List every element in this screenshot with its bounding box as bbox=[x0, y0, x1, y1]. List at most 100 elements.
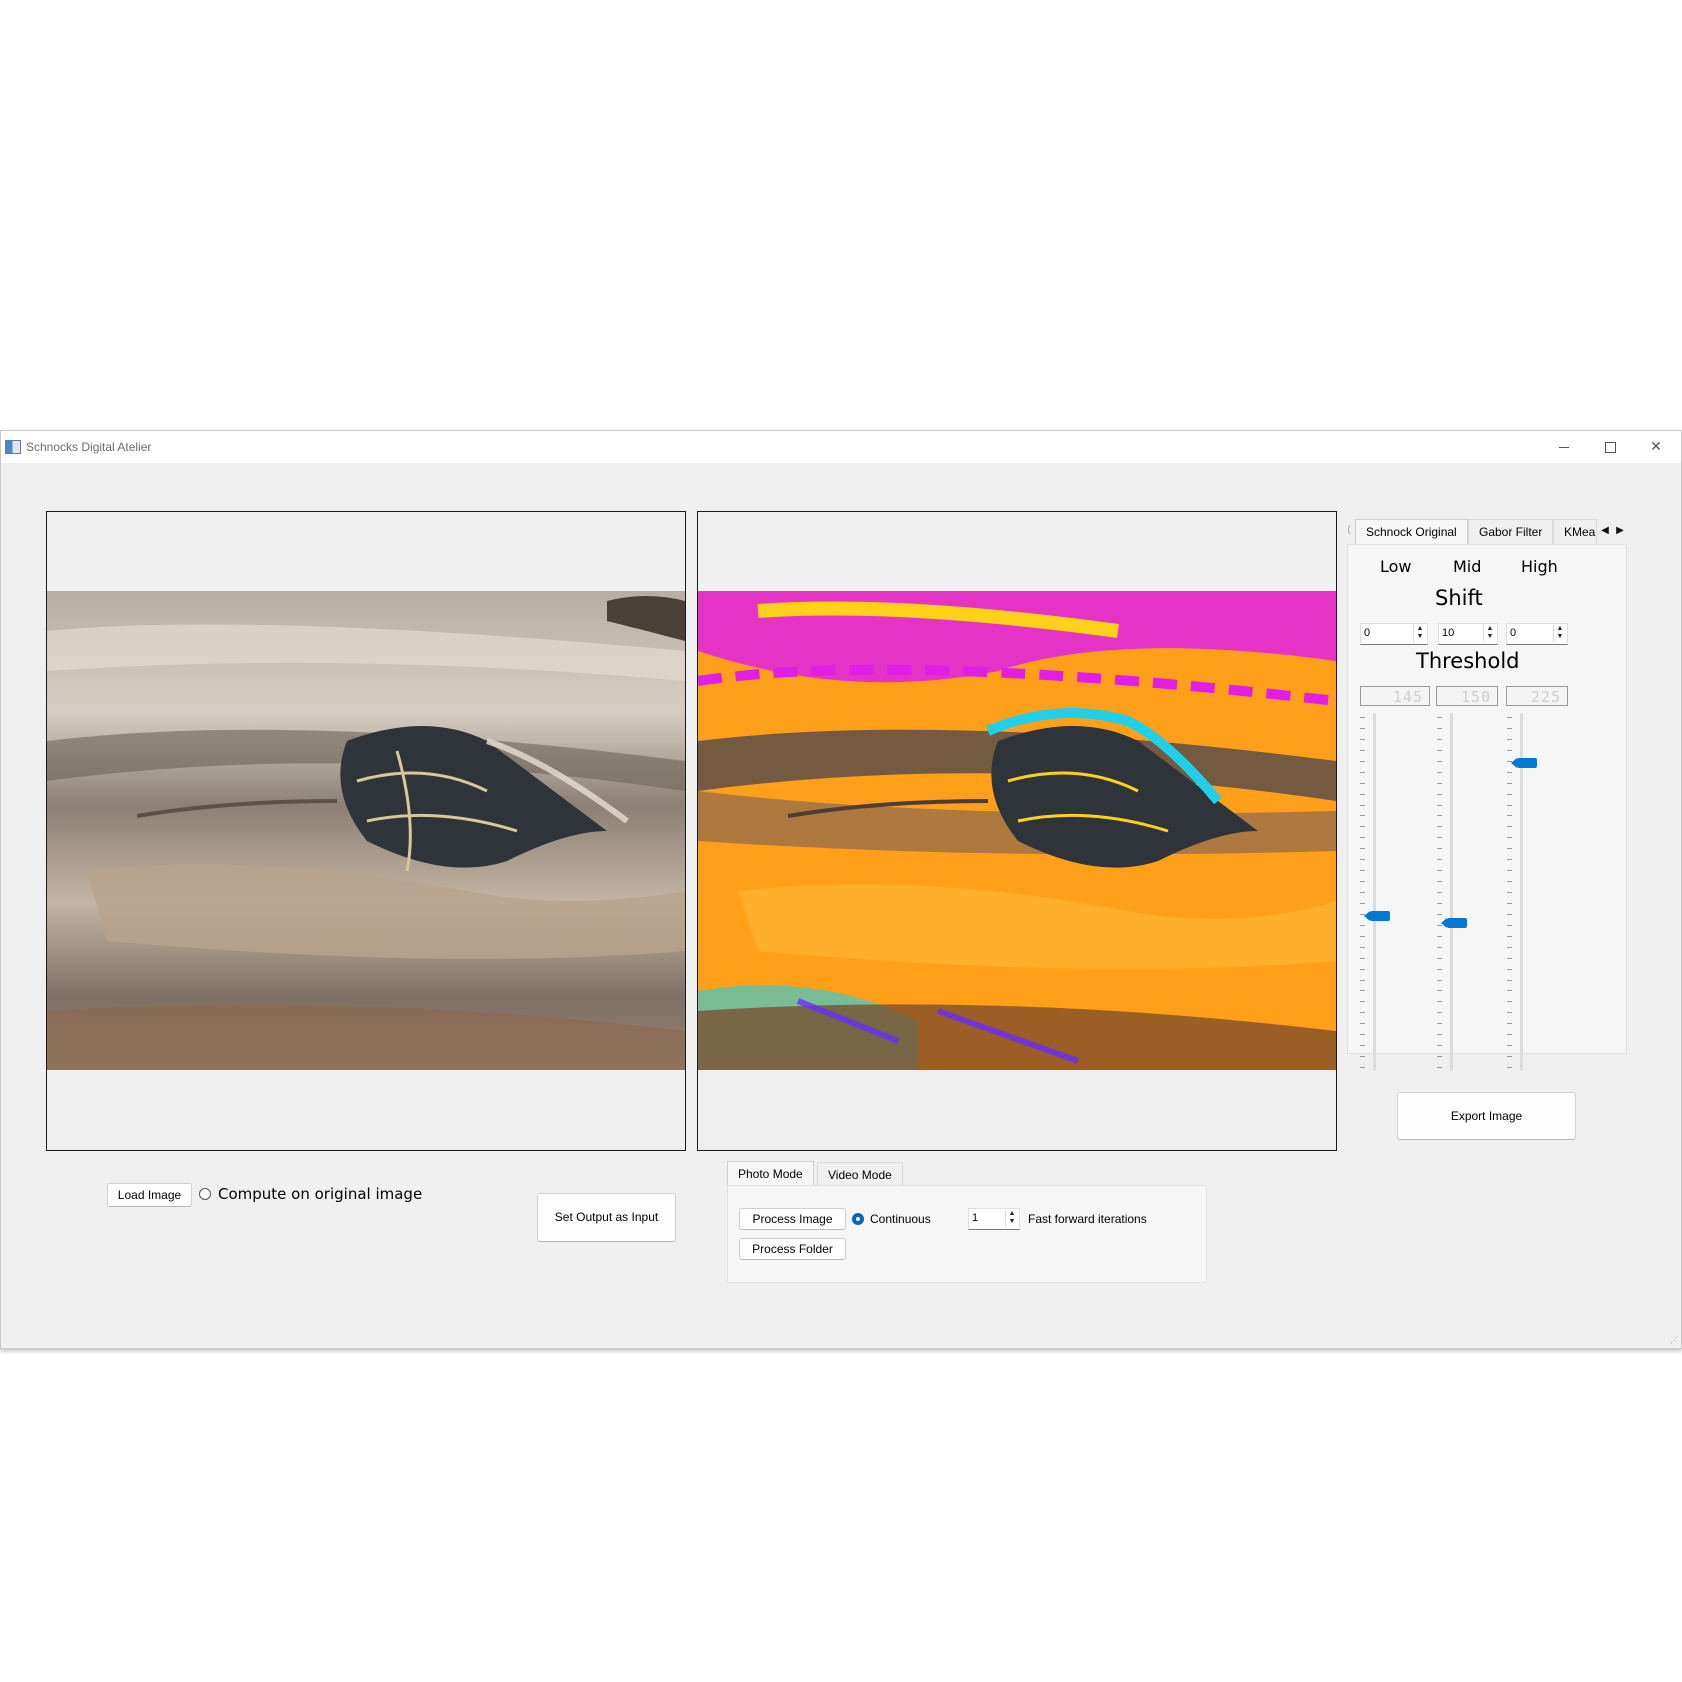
close-button[interactable]: ✕ bbox=[1633, 431, 1679, 463]
column-label-high: High bbox=[1521, 557, 1558, 576]
slider-tick bbox=[1360, 979, 1365, 981]
output-image-view[interactable] bbox=[697, 511, 1337, 1151]
slider-tick bbox=[1437, 717, 1442, 718]
slider-tick bbox=[1507, 924, 1512, 926]
slider-tick bbox=[1437, 892, 1442, 893]
slider-tick bbox=[1360, 935, 1365, 937]
slider-tick bbox=[1437, 859, 1442, 861]
load-image-button[interactable]: Load Image bbox=[107, 1183, 192, 1207]
photo-mode-panel: Process Image Process Folder Continuous … bbox=[727, 1185, 1207, 1283]
slider-tick bbox=[1360, 968, 1365, 970]
slider-tick bbox=[1360, 1045, 1365, 1047]
spin-arrows-icon[interactable]: ▲ ▼ bbox=[1483, 625, 1496, 642]
slider-tick bbox=[1437, 1045, 1442, 1047]
slider-tick bbox=[1437, 771, 1442, 773]
slider-tick bbox=[1360, 1067, 1365, 1068]
shift-high-spinbox[interactable]: 0 ▲ ▼ bbox=[1506, 623, 1568, 645]
slider-tick bbox=[1437, 815, 1442, 817]
slider-tick bbox=[1507, 859, 1512, 861]
shift-label: Shift bbox=[1435, 586, 1483, 610]
slider-tick bbox=[1360, 826, 1365, 828]
slider-tick bbox=[1507, 738, 1512, 740]
slider-tick bbox=[1360, 1056, 1365, 1058]
threshold-label: Threshold bbox=[1416, 649, 1520, 673]
slider-tick bbox=[1360, 913, 1365, 915]
slider-tick bbox=[1507, 913, 1512, 915]
title-bar: Schnocks Digital Atelier ✕ bbox=[1, 431, 1681, 463]
column-label-mid: Mid bbox=[1453, 557, 1482, 576]
fast-forward-label: Fast forward iterations bbox=[1028, 1212, 1147, 1226]
app-window: Schnocks Digital Atelier ✕ ⟨ Schnock Ori… bbox=[0, 430, 1682, 1349]
slider-tick bbox=[1360, 859, 1365, 861]
slider-tick bbox=[1437, 1034, 1442, 1036]
tab-photo-mode[interactable]: Photo Mode bbox=[727, 1161, 814, 1186]
spin-arrows-icon[interactable]: ▲ ▼ bbox=[1413, 625, 1426, 642]
threshold-mid-display: 150 bbox=[1436, 686, 1498, 706]
slider-tick bbox=[1437, 924, 1442, 926]
shift-mid-value: 10 bbox=[1442, 627, 1455, 639]
slider-tick bbox=[1437, 968, 1442, 970]
tab-scroll-left-icon[interactable]: ◀ bbox=[1599, 523, 1611, 539]
input-image-view[interactable] bbox=[46, 511, 686, 1151]
slider-tick bbox=[1360, 848, 1365, 850]
slider-tick bbox=[1360, 782, 1365, 784]
slider-tick bbox=[1437, 870, 1442, 872]
slider-tick bbox=[1360, 902, 1365, 904]
compute-original-label: Compute on original image bbox=[218, 1185, 423, 1203]
slider-tick bbox=[1507, 804, 1512, 806]
slider-tick bbox=[1507, 771, 1512, 773]
slider-tick bbox=[1437, 913, 1442, 915]
slider-tick bbox=[1507, 1045, 1512, 1047]
slider-handle[interactable] bbox=[1511, 758, 1537, 769]
continuous-radio[interactable] bbox=[852, 1213, 864, 1225]
slider-tick bbox=[1437, 848, 1442, 850]
tab-schnock-original[interactable]: Schnock Original bbox=[1355, 519, 1468, 546]
maximize-button[interactable] bbox=[1587, 431, 1633, 463]
spin-arrows-icon[interactable]: ▲ ▼ bbox=[1005, 1210, 1018, 1227]
slider-tick bbox=[1437, 826, 1442, 828]
slider-tick bbox=[1507, 793, 1512, 795]
shift-low-spinbox[interactable]: 0 ▲ ▼ bbox=[1360, 623, 1428, 645]
slider-tick bbox=[1360, 946, 1365, 948]
compute-original-radio[interactable] bbox=[199, 1188, 211, 1200]
process-image-button[interactable]: Process Image bbox=[739, 1208, 846, 1230]
threshold-high-slider[interactable] bbox=[1507, 713, 1537, 1071]
spin-arrows-icon[interactable]: ▲ ▼ bbox=[1553, 625, 1566, 642]
slider-tick bbox=[1507, 760, 1512, 762]
threshold-low-slider[interactable] bbox=[1360, 713, 1390, 1071]
shift-high-value: 0 bbox=[1510, 627, 1517, 639]
slider-tick bbox=[1507, 826, 1512, 828]
set-output-as-input-button[interactable]: Set Output as Input bbox=[537, 1193, 676, 1242]
slider-tick bbox=[1437, 957, 1442, 959]
minimize-button[interactable] bbox=[1541, 431, 1587, 463]
slider-tick bbox=[1507, 848, 1512, 850]
slider-tick bbox=[1507, 1001, 1512, 1003]
slider-tick bbox=[1437, 1067, 1442, 1068]
tab-scroll-right-icon[interactable]: ▶ bbox=[1614, 523, 1626, 539]
export-image-button[interactable]: Export Image bbox=[1397, 1092, 1576, 1140]
resize-grip-icon[interactable]: ⋰ bbox=[1670, 1336, 1678, 1345]
tab-video-mode[interactable]: Video Mode bbox=[817, 1162, 903, 1186]
shift-mid-spinbox[interactable]: 10 ▲ ▼ bbox=[1438, 623, 1498, 645]
slider-tick bbox=[1437, 1012, 1442, 1014]
threshold-low-display: 145 bbox=[1360, 686, 1430, 706]
close-icon: ✕ bbox=[1650, 438, 1662, 454]
threshold-mid-slider[interactable] bbox=[1437, 713, 1467, 1071]
slider-tick bbox=[1437, 1023, 1442, 1025]
slider-tick bbox=[1437, 727, 1442, 729]
slider-handle[interactable] bbox=[1441, 918, 1467, 929]
fast-forward-spinbox[interactable]: 1 ▲ ▼ bbox=[968, 1208, 1020, 1230]
slider-tick bbox=[1360, 870, 1365, 872]
slider-tick bbox=[1507, 749, 1512, 751]
minimize-icon bbox=[1559, 446, 1569, 448]
tab-gabor-filter[interactable]: Gabor Filter bbox=[1468, 519, 1554, 544]
slider-tick bbox=[1437, 1056, 1442, 1058]
slider-tick bbox=[1507, 968, 1512, 970]
slider-handle[interactable] bbox=[1364, 911, 1390, 922]
slider-tick bbox=[1507, 870, 1512, 872]
tab-kmeans[interactable]: KMea bbox=[1553, 519, 1597, 544]
slider-tick bbox=[1437, 837, 1442, 839]
process-folder-button[interactable]: Process Folder bbox=[739, 1238, 846, 1260]
maximize-icon bbox=[1604, 441, 1616, 453]
slider-tick bbox=[1437, 990, 1442, 992]
